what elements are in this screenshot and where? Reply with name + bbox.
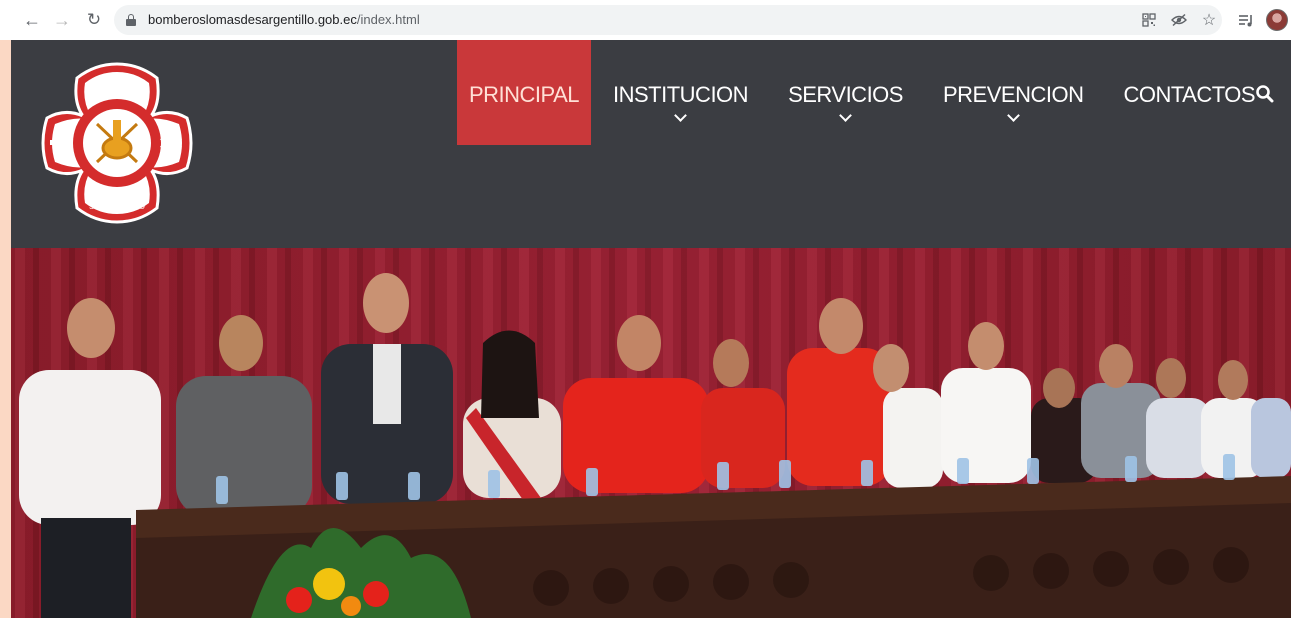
url-host: bomberoslomasdesargentillo.gob.ec: [148, 12, 357, 27]
eye-off-icon[interactable]: [1169, 10, 1189, 30]
arrow-left-icon[interactable]: ←: [20, 8, 44, 32]
qr-code-icon[interactable]: [1139, 10, 1159, 30]
menu-item-institucion[interactable]: INSTITUCION: [613, 40, 749, 145]
chevron-down-icon: [839, 109, 852, 122]
menu-item-prevencion[interactable]: PREVENCION: [942, 40, 1084, 145]
menu-item-servicios[interactable]: SERVICIOS: [788, 40, 903, 145]
chevron-down-icon: [674, 109, 687, 122]
url-path: /index.html: [356, 12, 420, 27]
chevron-down-icon: [1006, 109, 1020, 122]
menu-label-servicios: SERVICIOS: [788, 82, 903, 107]
page: ← → ↻ bomberoslomasdesargentillo.gob.ec/…: [0, 0, 1291, 618]
lock-icon[interactable]: [126, 14, 136, 26]
menu-label-principal: PRINCIPAL: [468, 82, 580, 107]
menu-item-principal[interactable]: PRINCIPAL: [457, 40, 591, 145]
site-header: CUERPO DE BOMBEROS LOMAS DE SARGENTILLO …: [11, 40, 1291, 248]
reading-list-icon[interactable]: [1236, 10, 1256, 30]
browser-toolbar: ← → ↻ bomberoslomasdesargentillo.gob.ec/…: [0, 0, 1291, 40]
fire-department-logo[interactable]: CUERPO DE BOMBEROS LOMAS DE SARGENTILLO: [39, 58, 195, 228]
menu-item-contactos[interactable]: CONTACTOS: [1123, 40, 1255, 145]
main-menu: PRINCIPAL INSTITUCION SERVICIOS PREVENCI…: [457, 40, 1256, 145]
address-bar[interactable]: bomberoslomasdesargentillo.gob.ec/index.…: [114, 5, 1222, 35]
menu-label-institucion: INSTITUCION: [613, 82, 749, 107]
logo-text-bottom-1: LOMAS DE: [96, 192, 138, 201]
reload-icon[interactable]: ↻: [82, 8, 106, 32]
search-icon[interactable]: [1255, 84, 1275, 104]
star-icon[interactable]: ☆: [1199, 10, 1219, 30]
logo-text-top-1: CUERPO DE: [93, 80, 141, 89]
menu-label-contactos: CONTACTOS: [1123, 82, 1256, 107]
logo-text-top-2: BOMBEROS: [93, 90, 141, 99]
hero-image: [11, 248, 1291, 618]
menu-label-prevencion: PREVENCION: [942, 82, 1084, 107]
url-text[interactable]: bomberoslomasdesargentillo.gob.ec/index.…: [148, 12, 420, 27]
profile-avatar-icon[interactable]: [1266, 9, 1288, 31]
arrow-right-icon[interactable]: →: [50, 8, 74, 32]
logo-text-bottom-2: SARGENTILLO: [88, 202, 145, 211]
